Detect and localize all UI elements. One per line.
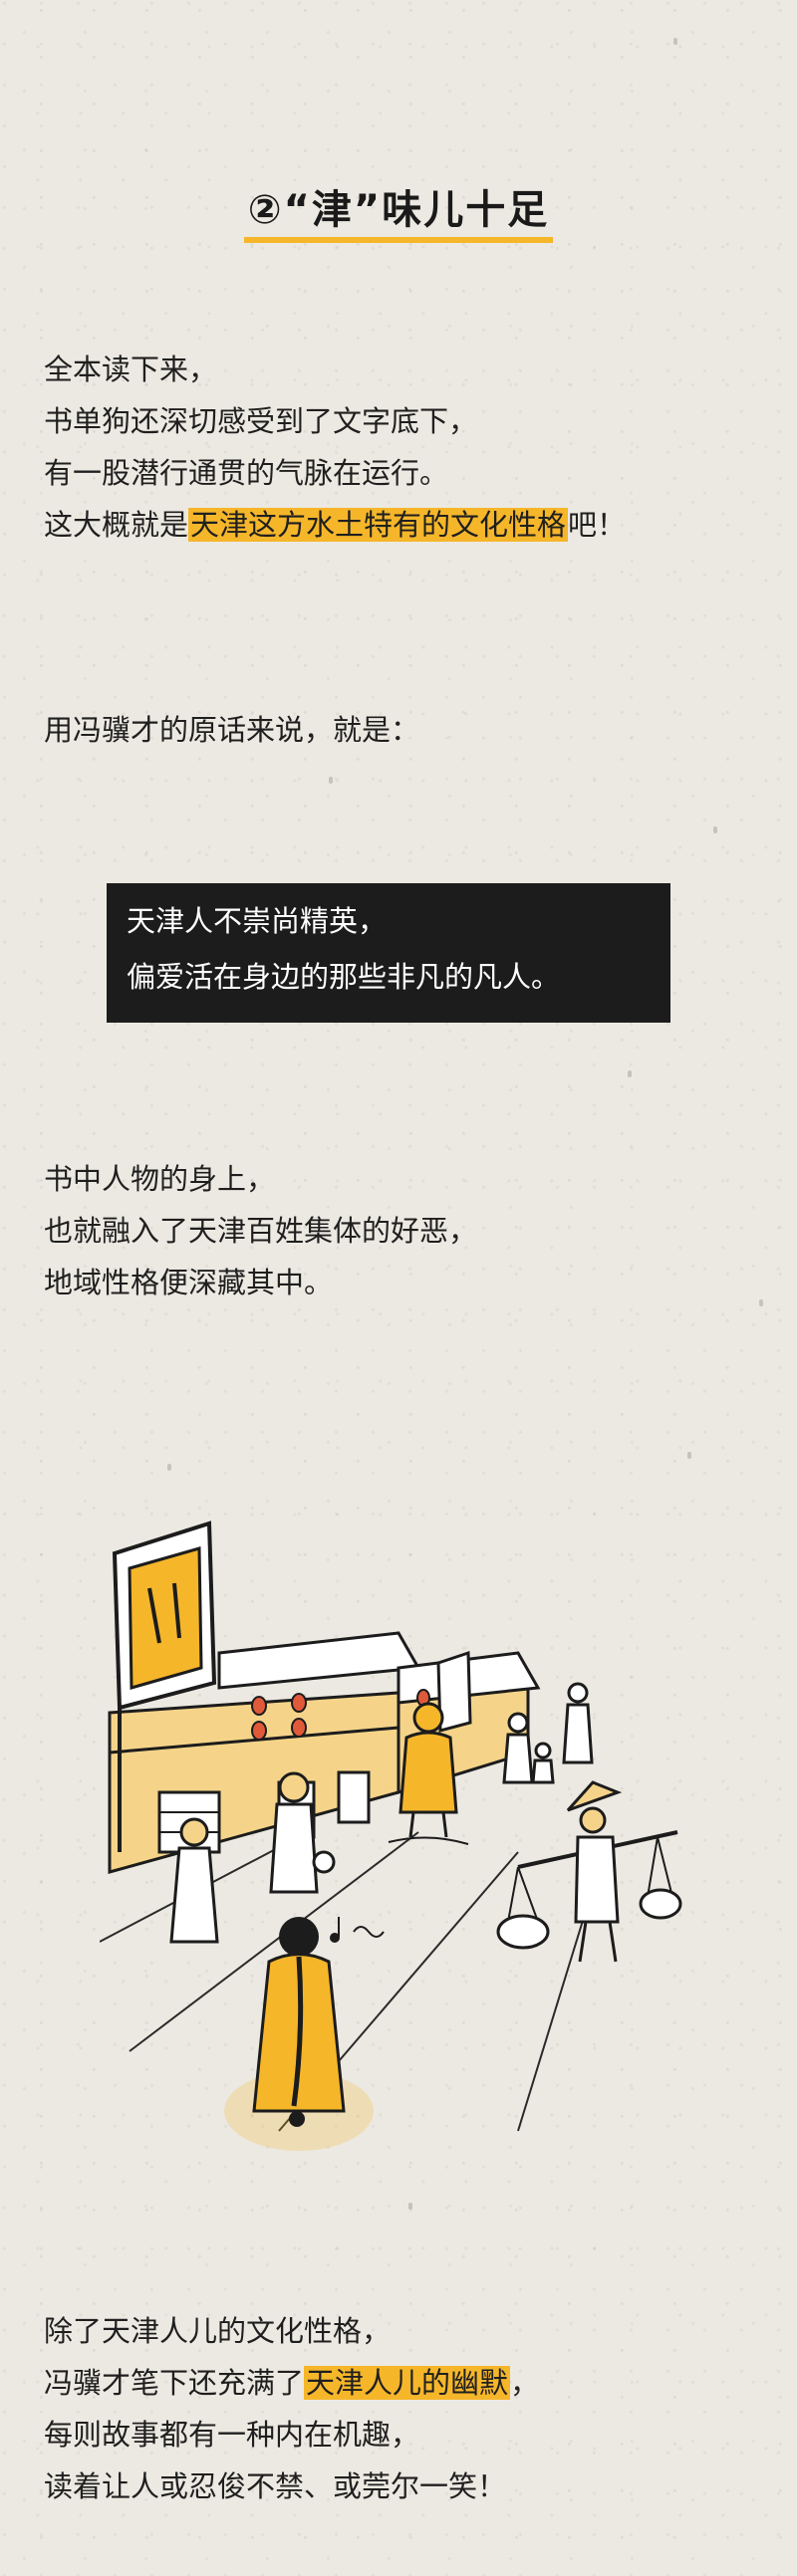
paper-speck: [167, 1464, 171, 1471]
paper-speck: [673, 38, 677, 45]
porter-figure: [496, 1780, 682, 1963]
paper-speck: [687, 1452, 691, 1459]
intro-line4-prefix: 这大概就是: [44, 508, 189, 542]
paper-speck: [408, 2203, 412, 2210]
paper-speck: [628, 1070, 632, 1077]
section-title-wrap: ②“津”味儿十足: [0, 177, 797, 243]
intro-paragraph: 全本读下来， 书单狗还深切感受到了文字底下， 有一股潜行通贯的气脉在运行。 这大…: [44, 344, 761, 551]
intro-line-highlight: 这大概就是天津这方水土特有的文化性格吧！: [44, 499, 761, 551]
paragraph-line: 地域性格便深藏其中。: [44, 1266, 334, 1299]
intro-line: 有一股潜行通贯的气脉在运行。: [44, 456, 449, 490]
paragraph-line: 读着让人或忍俊不禁、或莞尔一笑！: [44, 2469, 507, 2503]
main-figure-yellow-robe: [224, 1917, 374, 2151]
section-title: ②“津”味儿十足: [243, 177, 554, 243]
quote-box: 天津人不崇尚精英， 偏爱活在身边的那些非凡的凡人。: [107, 883, 670, 1023]
paragraph-characters: 书中人物的身上， 也就融入了天津百姓集体的好恶， 地域性格便深藏其中。: [44, 1153, 761, 1308]
music-note-icon: [330, 1917, 385, 1943]
paragraph-line: 除了天津人儿的文化性格，: [44, 2314, 392, 2348]
para3-line2-suffix: ，: [510, 2366, 540, 2400]
quote-line-2: 偏爱活在身边的那些非凡的凡人。: [127, 960, 561, 994]
paper-speck: [713, 826, 717, 833]
highlight-tianjin-culture: 天津这方水土特有的文化性格: [188, 508, 569, 542]
paragraph-line: 书中人物的身上，: [44, 1162, 276, 1196]
quote-intro: 用冯骥才的原话来说，就是：: [44, 704, 761, 756]
intro-line4-suffix: 吧！: [568, 508, 627, 542]
intro-line: 全本读下来，: [44, 352, 218, 386]
paragraph-line: 每则故事都有一种内在机趣，: [44, 2418, 420, 2452]
paper-speck: [329, 777, 333, 784]
para3-line2-prefix: 冯骥才笔下还充满了: [44, 2366, 305, 2400]
intro-line: 书单狗还深切感受到了文字底下，: [44, 404, 478, 438]
quote-intro-text: 用冯骥才的原话来说，就是：: [44, 713, 420, 747]
paragraph-humor: 除了天津人儿的文化性格， 冯骥才笔下还充满了天津人儿的幽默， 每则故事都有一种内…: [44, 2305, 761, 2512]
paragraph-line-highlight: 冯骥才笔下还充满了天津人儿的幽默，: [44, 2357, 761, 2409]
highlight-tianjin-humor: 天津人儿的幽默: [304, 2366, 511, 2400]
old-tianjin-street-illustration: [100, 1521, 682, 2151]
paragraph-line: 也就融入了天津百姓集体的好恶，: [44, 1214, 478, 1248]
quote-line-1: 天津人不崇尚精英，: [127, 904, 388, 938]
